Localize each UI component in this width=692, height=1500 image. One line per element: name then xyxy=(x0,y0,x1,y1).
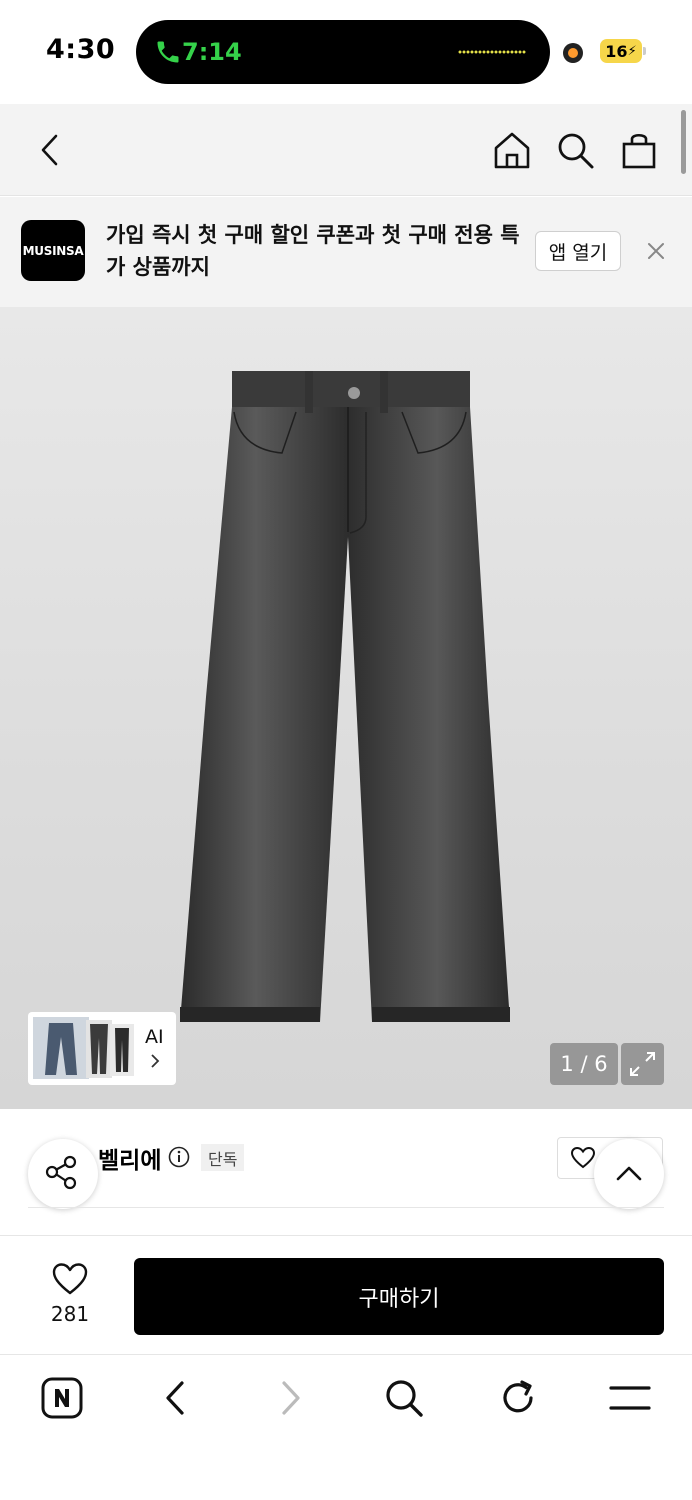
expand-icon xyxy=(630,1052,655,1076)
buy-button[interactable]: 구매하기 xyxy=(134,1258,664,1335)
page-scrollbar[interactable] xyxy=(681,110,686,174)
banner-message: 가입 즉시 첫 구매 할인 쿠폰과 첫 구매 전용 특가 상품까지 xyxy=(106,223,520,279)
image-counter: 1 / 6 xyxy=(550,1043,618,1085)
battery-tip xyxy=(643,47,646,55)
thumbnail-item xyxy=(86,1020,112,1078)
like-heart-icon[interactable] xyxy=(51,1262,89,1296)
battery-level: 16 xyxy=(605,41,628,61)
naver-icon[interactable] xyxy=(40,1376,84,1420)
call-duration: 7:14 xyxy=(182,38,242,66)
charging-icon: ⚡ xyxy=(627,43,637,59)
browser-toolbar xyxy=(0,1356,692,1500)
section-divider xyxy=(28,1207,664,1208)
fullscreen-button[interactable] xyxy=(621,1043,664,1085)
open-app-button[interactable]: 앱 열기 xyxy=(535,231,621,271)
bag-icon[interactable] xyxy=(619,130,659,170)
reload-icon[interactable] xyxy=(496,1376,540,1420)
browser-forward-icon[interactable] xyxy=(268,1376,312,1420)
app-install-banner: MUSINSA 가입 즉시 첫 구매 할인 쿠폰과 첫 구매 전용 특가 상품까… xyxy=(0,197,692,307)
battery-indicator: 16 ⚡ xyxy=(600,39,642,63)
back-icon[interactable] xyxy=(30,130,70,170)
ai-label: AI xyxy=(145,1026,164,1048)
status-bar: 4:30 7:14 16 ⚡ xyxy=(0,0,692,104)
menu-icon[interactable] xyxy=(608,1376,652,1420)
phone-icon xyxy=(157,41,179,63)
browser-back-icon[interactable] xyxy=(154,1376,198,1420)
share-button[interactable] xyxy=(28,1139,98,1209)
info-icon[interactable] xyxy=(168,1146,190,1168)
dynamic-island[interactable]: 7:14 xyxy=(136,20,550,84)
product-brand-row: 벨리에 단독 xyxy=(0,1109,692,1235)
chevron-right-icon xyxy=(151,1054,160,1068)
scroll-to-top-button[interactable] xyxy=(594,1139,664,1209)
product-image-gallery[interactable]: AI 1 / 6 xyxy=(0,307,692,1109)
browser-search-icon[interactable] xyxy=(382,1376,426,1420)
share-icon xyxy=(45,1155,77,1190)
exclusive-badge: 단독 xyxy=(201,1144,245,1171)
top-navigation xyxy=(0,104,692,196)
purchase-bar: 281 구매하기 xyxy=(0,1235,692,1355)
thumbnail-item xyxy=(110,1024,134,1076)
like-count: 281 xyxy=(50,1302,90,1326)
brand-name[interactable]: 벨리에 xyxy=(98,1141,161,1175)
audio-waveform xyxy=(458,50,526,54)
home-icon[interactable] xyxy=(492,130,532,170)
close-icon[interactable] xyxy=(644,239,668,263)
status-time: 4:30 xyxy=(46,34,116,65)
product-image-jeans xyxy=(180,371,510,1022)
thumbnail-item xyxy=(33,1017,89,1079)
search-icon[interactable] xyxy=(555,130,595,170)
heart-icon xyxy=(570,1146,596,1169)
chevron-up-icon xyxy=(616,1166,642,1181)
musinsa-logo: MUSINSA xyxy=(21,220,85,281)
similar-items-thumbnails[interactable]: AI xyxy=(28,1012,176,1085)
recording-indicator-icon xyxy=(563,43,583,63)
